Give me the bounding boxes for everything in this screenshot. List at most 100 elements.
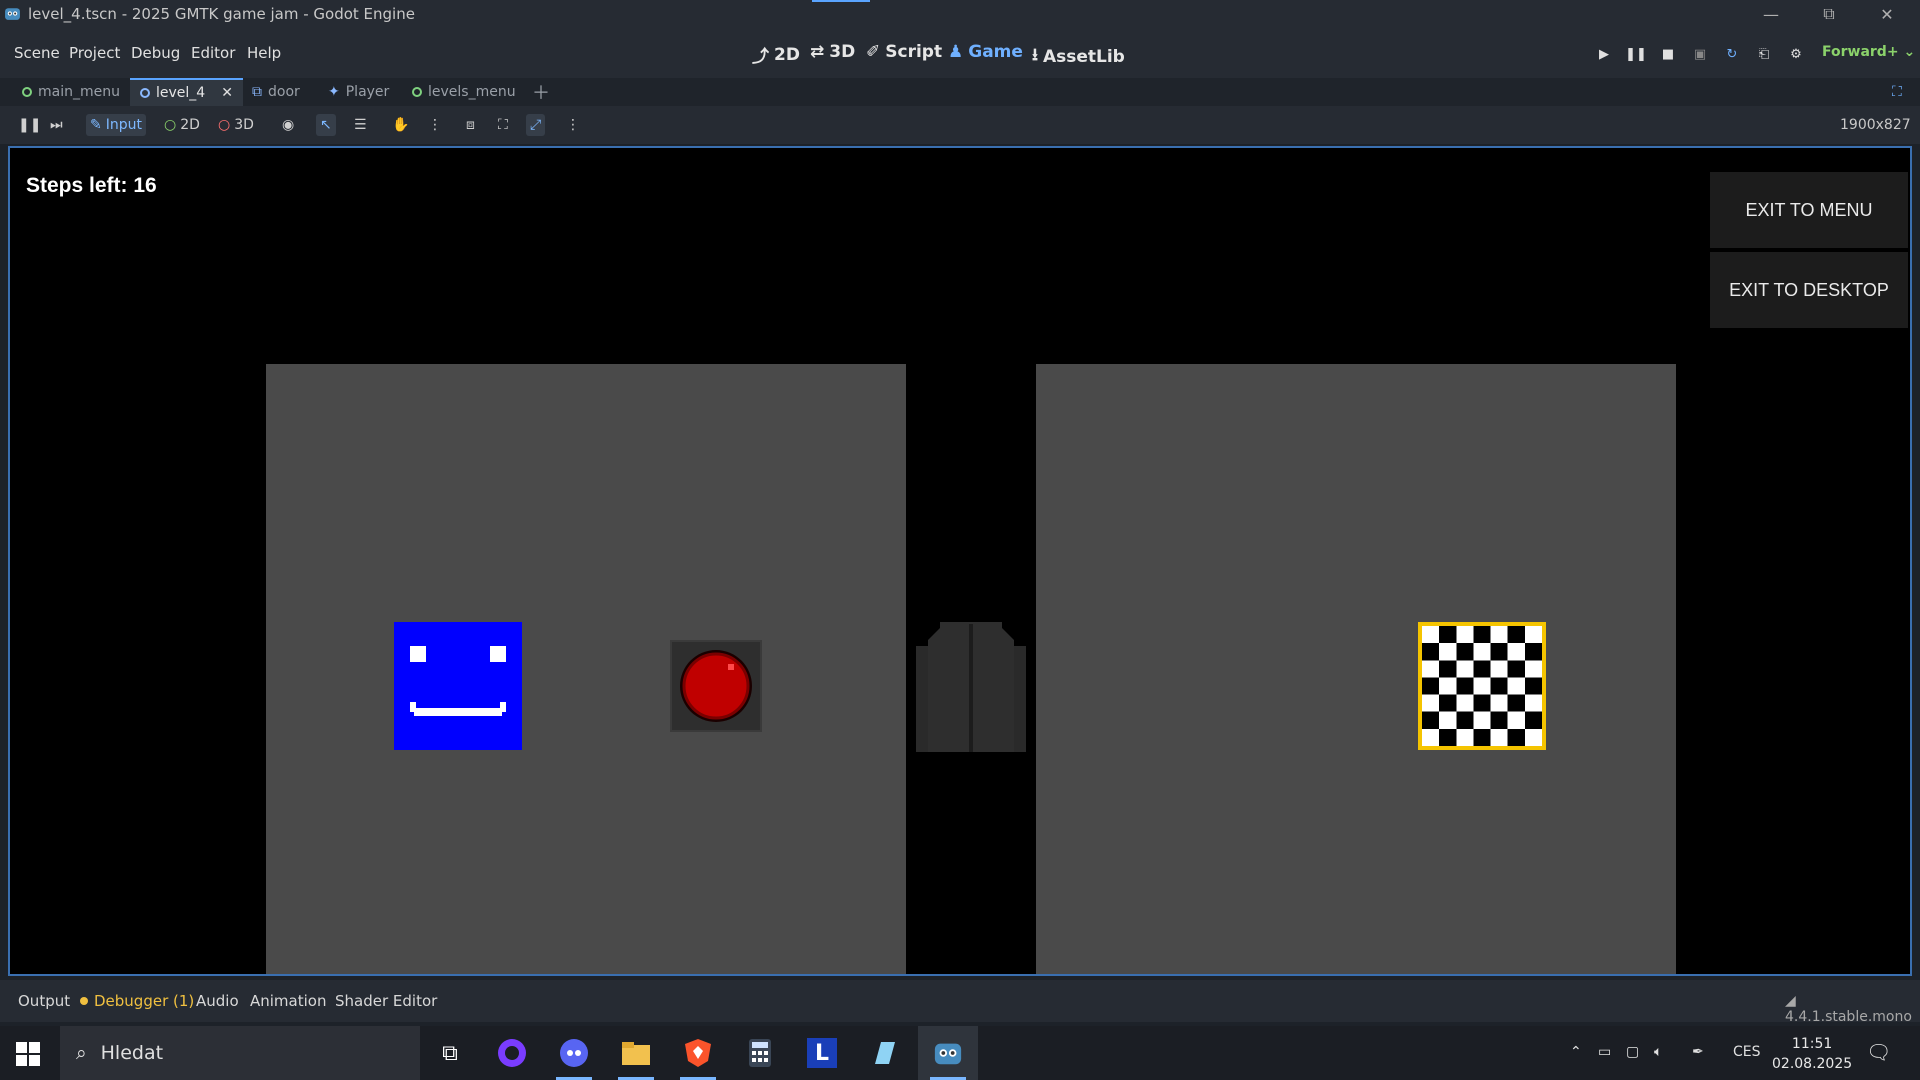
goal-checkered-flag — [1418, 622, 1546, 750]
tab-door[interactable]: ⧉ door — [242, 78, 310, 106]
game-icon: ♟ — [948, 42, 964, 62]
volume-icon[interactable]: 🔈︎ — [1654, 1044, 1662, 1060]
tab-shader-editor[interactable]: Shader Editor — [335, 992, 437, 1010]
game-viewport[interactable]: Steps left: 16 EXIT TO MENU EXIT TO DESK… — [8, 146, 1912, 976]
player-eye-right — [490, 646, 506, 662]
app-glass-icon[interactable] — [854, 1026, 914, 1080]
search-icon: ⌕ — [76, 1042, 87, 1064]
discord-icon[interactable] — [544, 1026, 604, 1080]
3d-icon: ⇄ — [810, 42, 825, 62]
exit-to-desktop-button[interactable]: EXIT TO DESKTOP — [1710, 252, 1908, 328]
2d-node-icon: ○ — [164, 117, 177, 133]
remote-debug-icon[interactable]: ▣ — [1689, 43, 1711, 65]
tab-levels-menu[interactable]: levels_menu — [402, 78, 526, 106]
play-icon[interactable]: ▶ — [1593, 43, 1615, 65]
workspace-assetlib-button[interactable]: ⭳ AssetLib — [1032, 42, 1125, 71]
title-bar: level_4.tscn - 2025 GMTK game jam - Godo… — [0, 0, 1920, 28]
debug-options-icon[interactable]: ⚙ — [1785, 43, 1807, 65]
player-mouth — [414, 708, 502, 716]
menu-scene[interactable]: Scene — [14, 44, 60, 62]
checkered-flag-icon — [1422, 626, 1542, 746]
minimize-icon[interactable]: — — [1742, 0, 1800, 28]
stop-icon[interactable]: ■ — [1657, 43, 1679, 65]
input-mode-button[interactable]: ✎ Input — [86, 114, 146, 136]
windows-taskbar: ⌕ Hledat ⧉ L ⌃ ▭ ▢ 🔈︎ ✒ CES 11:51 02.08.2… — [0, 1026, 1920, 1080]
menu-help[interactable]: Help — [247, 44, 281, 62]
player-mouth-corner-left — [410, 702, 416, 712]
l-letter-icon: L — [807, 1038, 837, 1068]
player-mouth-corner-right — [500, 702, 506, 712]
list-select-icon[interactable]: ☰ — [350, 114, 371, 136]
taskbar-search[interactable]: ⌕ Hledat — [60, 1026, 420, 1080]
close-icon[interactable]: ✕ — [1858, 0, 1916, 28]
menu-debug[interactable]: Debug — [131, 44, 180, 62]
fixed-size-icon[interactable]: ⛶ — [494, 114, 512, 136]
godot-taskbar-icon[interactable] — [918, 1026, 978, 1080]
language-indicator[interactable]: CES — [1733, 1044, 1761, 1060]
movie-maker-icon[interactable]: ⎗ — [1753, 43, 1775, 65]
pen-icon[interactable]: ✒ — [1692, 1044, 1704, 1060]
tray-chevron-up-icon[interactable]: ⌃ — [1570, 1044, 1582, 1060]
stretch-size-icon[interactable]: ⤢ — [526, 114, 546, 136]
player-eye-left — [410, 646, 426, 662]
left-room — [266, 364, 906, 974]
menu-project[interactable]: Project — [69, 44, 120, 62]
add-tab-icon[interactable]: ＋ — [522, 78, 560, 106]
tab-main-menu[interactable]: main_menu — [12, 78, 130, 106]
app-purple-icon[interactable] — [482, 1026, 542, 1080]
tab-player[interactable]: ✦ Player — [318, 78, 399, 106]
task-view-icon[interactable]: ⧉ — [420, 1026, 480, 1080]
workspace-game-button[interactable]: ♟ Game — [948, 42, 1023, 62]
resolution-label: 1900x827 — [1840, 117, 1911, 133]
right-room — [1036, 364, 1676, 974]
tab-level-4[interactable]: level_4 ✕ — [130, 78, 243, 106]
next-frame-icon[interactable]: ⏭ — [46, 114, 67, 136]
workspace-script-button[interactable]: ✐ Script — [866, 42, 942, 62]
more-options-icon[interactable]: ⋮ — [424, 114, 446, 136]
close-tab-icon[interactable]: ✕ — [221, 85, 233, 101]
camera-override-icon[interactable]: ⧈ — [462, 114, 479, 136]
file-explorer-icon[interactable] — [606, 1026, 666, 1080]
workspace-3d-button[interactable]: ⇄ 3D — [810, 42, 855, 62]
workspace-2d-button[interactable]: ⤴ 2D — [752, 42, 800, 68]
tab-debugger[interactable]: Debugger (1) — [80, 992, 194, 1010]
scene-icon — [412, 87, 422, 97]
script-icon: ✐ — [866, 42, 881, 62]
fullscreen-icon[interactable]: ⛶ — [1882, 78, 1912, 106]
bottom-panel-tabs: Output Debugger (1) Audio Animation Shad… — [0, 980, 1920, 1025]
suspend-icon[interactable]: ❚❚ — [14, 114, 45, 136]
select-mode-icon[interactable]: ↖ — [316, 114, 336, 136]
pause-icon[interactable]: ❚❚ — [1625, 43, 1647, 65]
tab-output[interactable]: Output — [18, 992, 70, 1010]
engine-version[interactable]: ◢ 4.4.1.stable.mono — [1785, 993, 1920, 1025]
title-accent-line — [812, 0, 870, 2]
network-icon[interactable]: ▢ — [1626, 1044, 1639, 1060]
player-character — [394, 622, 522, 750]
scene-tab-bar: main_menu level_4 ✕ ⧉ door ✦ Player levels_… — [0, 78, 1920, 106]
input-icon: ✎ — [90, 117, 102, 133]
restore-icon[interactable]: ⧉ — [1800, 0, 1858, 28]
battery-icon[interactable]: ▭ — [1598, 1044, 1611, 1060]
app-l-icon[interactable]: L — [792, 1026, 852, 1080]
pan-icon[interactable]: ✋ — [388, 114, 413, 136]
calculator-icon[interactable] — [730, 1026, 790, 1080]
embed-options-icon[interactable]: ⋮ — [562, 114, 584, 136]
mode-3d-button[interactable]: ○ 3D — [214, 114, 258, 136]
taskbar-clock[interactable]: 11:51 02.08.2025 — [1772, 1034, 1852, 1074]
brave-browser-icon[interactable] — [668, 1026, 728, 1080]
reload-icon[interactable]: ↻ — [1721, 43, 1743, 65]
renderer-selector[interactable]: Forward+ ⌄ — [1822, 44, 1915, 60]
tab-audio[interactable]: Audio — [196, 992, 239, 1010]
chevron-down-icon: ⌄ — [1903, 44, 1916, 60]
clock-date: 02.08.2025 — [1772, 1056, 1853, 1072]
steps-counter: Steps left: 16 — [26, 174, 157, 197]
menu-editor[interactable]: Editor — [191, 44, 235, 62]
floor-button — [670, 640, 762, 732]
notifications-icon[interactable]: 🗨︎ — [1866, 1040, 1891, 1064]
mode-2d-button[interactable]: ○ 2D — [160, 114, 204, 136]
tab-animation[interactable]: Animation — [250, 992, 326, 1010]
windows-start-icon[interactable] — [14, 1040, 42, 1068]
2d-icon: ⤴ — [752, 47, 769, 67]
exit-to-menu-button[interactable]: EXIT TO MENU — [1710, 172, 1908, 248]
visibility-icon[interactable]: ◉ — [278, 114, 298, 136]
